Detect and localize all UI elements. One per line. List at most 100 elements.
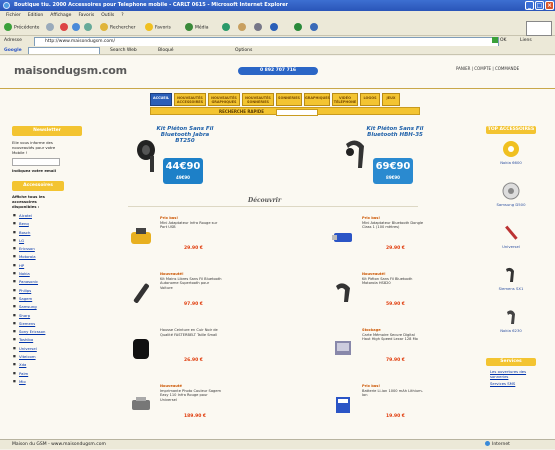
media-button[interactable]: Média — [185, 23, 209, 33]
accessory-icon — [507, 310, 515, 324]
product-image — [332, 233, 352, 242]
product-text: Housse Ceinture en Cuir Noir de Qualité … — [160, 328, 222, 337]
product-text: Prix bas! Mini Adaptateur Infra Rouge sur… — [160, 216, 222, 230]
go-button[interactable]: OK — [492, 36, 507, 46]
menu-edit[interactable]: Edition — [28, 13, 44, 18]
ie-icon — [3, 2, 10, 9]
menu-help[interactable]: ? — [121, 13, 123, 18]
links-label[interactable]: Liens — [520, 36, 532, 46]
menu-favorites[interactable]: Favoris — [78, 13, 94, 18]
product-description: Batterie Li-ion 1000 mAh Lithium-Ion — [362, 388, 423, 398]
product-image — [133, 283, 149, 303]
messenger-icon — [294, 23, 302, 31]
history-button[interactable] — [222, 23, 232, 33]
forward-button[interactable] — [46, 23, 56, 33]
product-image — [335, 341, 351, 355]
top-accessory-label: Siemens SX1 — [498, 286, 524, 291]
product-text: Prix bas! Batterie Li-ion 1000 mAh Lithiu… — [362, 384, 424, 398]
product-grid: Prix bas! Mini Adaptateur Infra Rouge sur… — [0, 56, 555, 439]
research-button[interactable] — [310, 23, 320, 33]
top-accessory-item[interactable]: Nokia 6230 — [486, 308, 536, 333]
favorites-button[interactable]: Favoris — [145, 23, 171, 33]
back-button[interactable]: Précédente — [4, 23, 39, 33]
right-sidebar: TOP ACCESSOIRES Nokia 6600 Samsung D500 Un… — [486, 126, 536, 438]
accessory-icon — [502, 182, 520, 200]
top-accessory-item[interactable]: Siemens SX1 — [486, 266, 536, 291]
services-heading: Services — [486, 358, 536, 366]
minimize-button[interactable]: _ — [525, 1, 534, 10]
windows-logo — [526, 21, 552, 36]
product-price: 29.90 € — [386, 246, 405, 251]
address-bar: Adresse http://www.maisondugsm.com/ OK L… — [0, 36, 555, 47]
product-image — [131, 228, 151, 244]
stop-button[interactable] — [60, 23, 70, 33]
product-card[interactable]: Prix bas! Mini Adaptateur Bluetooth Dongl… — [330, 216, 450, 262]
window-title: Boutique tiu. 2000 Accessoires pour Tele… — [14, 2, 288, 8]
product-image — [132, 397, 150, 410]
product-card[interactable]: Nouveauté Imprimante Photo Couleur Sagem … — [128, 384, 248, 430]
product-price: 29.90 € — [184, 246, 203, 251]
product-card[interactable]: Housse Ceinture en Cuir Noir de Qualité … — [128, 328, 248, 374]
product-text: Nouveauté! Kit Piéton Sans Fil Bluetooth … — [362, 272, 424, 286]
top-accessory-item[interactable]: Samsung D500 — [486, 182, 536, 207]
product-text: Stockage Carte Mémoire Secure Digital Hau… — [362, 328, 424, 342]
home-icon — [84, 23, 92, 31]
product-description: Mini Adaptateur Bluetooth Dongle Class 1… — [362, 220, 424, 230]
window-title-bar: Boutique tiu. 2000 Accessoires pour Tele… — [0, 0, 555, 11]
refresh-button[interactable] — [72, 23, 82, 33]
back-arrow-icon — [4, 23, 12, 31]
edit-button[interactable] — [270, 23, 280, 33]
product-card[interactable]: Prix bas! Mini Adaptateur Infra Rouge sur… — [128, 216, 248, 262]
accessory-icon — [506, 267, 514, 282]
menu-file[interactable]: Fichier — [6, 13, 21, 18]
product-card[interactable]: Prix bas! Batterie Li-ion 1000 mAh Lithiu… — [330, 384, 450, 430]
product-price: 189.90 € — [184, 414, 207, 419]
top-accessory-label: Nokia 6230 — [500, 328, 522, 333]
print-button[interactable] — [254, 23, 264, 33]
globe-icon — [485, 441, 490, 446]
address-label: Adresse — [4, 38, 22, 43]
top-accessory-item[interactable]: Nokia 6600 — [486, 140, 536, 165]
product-description: Mini Adaptateur Infra Rouge sur Port USB — [160, 220, 218, 230]
status-text: Maison du GSM - www.maisondugsm.com — [12, 442, 106, 447]
product-description: Housse Ceinture en Cuir Noir de Qualité … — [160, 328, 218, 337]
product-price: 59.90 € — [386, 302, 405, 307]
product-description: Imprimante Photo Couleur Sagem Easy 110 … — [160, 388, 222, 402]
mail-button[interactable] — [238, 23, 248, 33]
menu-view[interactable]: Affichage — [50, 13, 71, 18]
product-card[interactable]: Nouveauté! Kit Piéton Sans Fil Bluetooth … — [330, 272, 450, 318]
product-card[interactable]: Stockage Carte Mémoire Secure Digital Hau… — [330, 328, 450, 374]
history-icon — [222, 23, 230, 31]
google-search-button[interactable]: Search Web — [110, 46, 137, 54]
accessory-icon — [505, 225, 518, 240]
service-link-1[interactable]: Les ouvertures des sonneries — [490, 369, 536, 379]
status-bar: Maison du GSM - www.maisondugsm.com Inte… — [0, 439, 555, 449]
browser-toolbar: Précédente Rechercher Favoris Média — [0, 20, 555, 36]
home-button[interactable] — [84, 23, 94, 33]
word-icon — [270, 23, 278, 31]
product-card[interactable]: Nouveauté! Kit Mains Libres Sans Fil Blue… — [128, 272, 248, 318]
google-search-input[interactable] — [28, 47, 100, 54]
menu-tools[interactable]: Outils — [101, 13, 114, 18]
messenger-button[interactable] — [294, 23, 304, 33]
popup-blocked[interactable]: Bloqué — [158, 46, 174, 54]
search-icon — [100, 23, 108, 31]
top-accessory-item[interactable]: Universel — [486, 224, 536, 249]
product-text: Nouveauté! Kit Mains Libres Sans Fil Blue… — [160, 272, 222, 290]
product-image — [336, 397, 350, 413]
mail-icon — [238, 23, 246, 31]
search-button[interactable]: Rechercher — [100, 23, 135, 33]
maximize-button[interactable]: □ — [535, 1, 544, 10]
google-logo: Google — [4, 48, 22, 53]
menu-bar: Fichier Edition Affichage Favoris Outils? — [0, 11, 555, 20]
media-icon — [185, 23, 193, 31]
printer-icon — [254, 23, 262, 31]
top-accessories-heading: TOP ACCESSOIRES — [486, 126, 536, 134]
google-options[interactable]: Options — [235, 46, 252, 54]
star-icon — [145, 23, 153, 31]
product-text: Prix bas! Mini Adaptateur Bluetooth Dongl… — [362, 216, 424, 230]
close-button[interactable]: × — [545, 1, 554, 10]
product-price: 26.90 € — [184, 358, 203, 363]
service-link-2[interactable]: Services SMS — [490, 381, 536, 386]
google-toolbar: Google Search Web Bloqué Options — [0, 46, 555, 55]
